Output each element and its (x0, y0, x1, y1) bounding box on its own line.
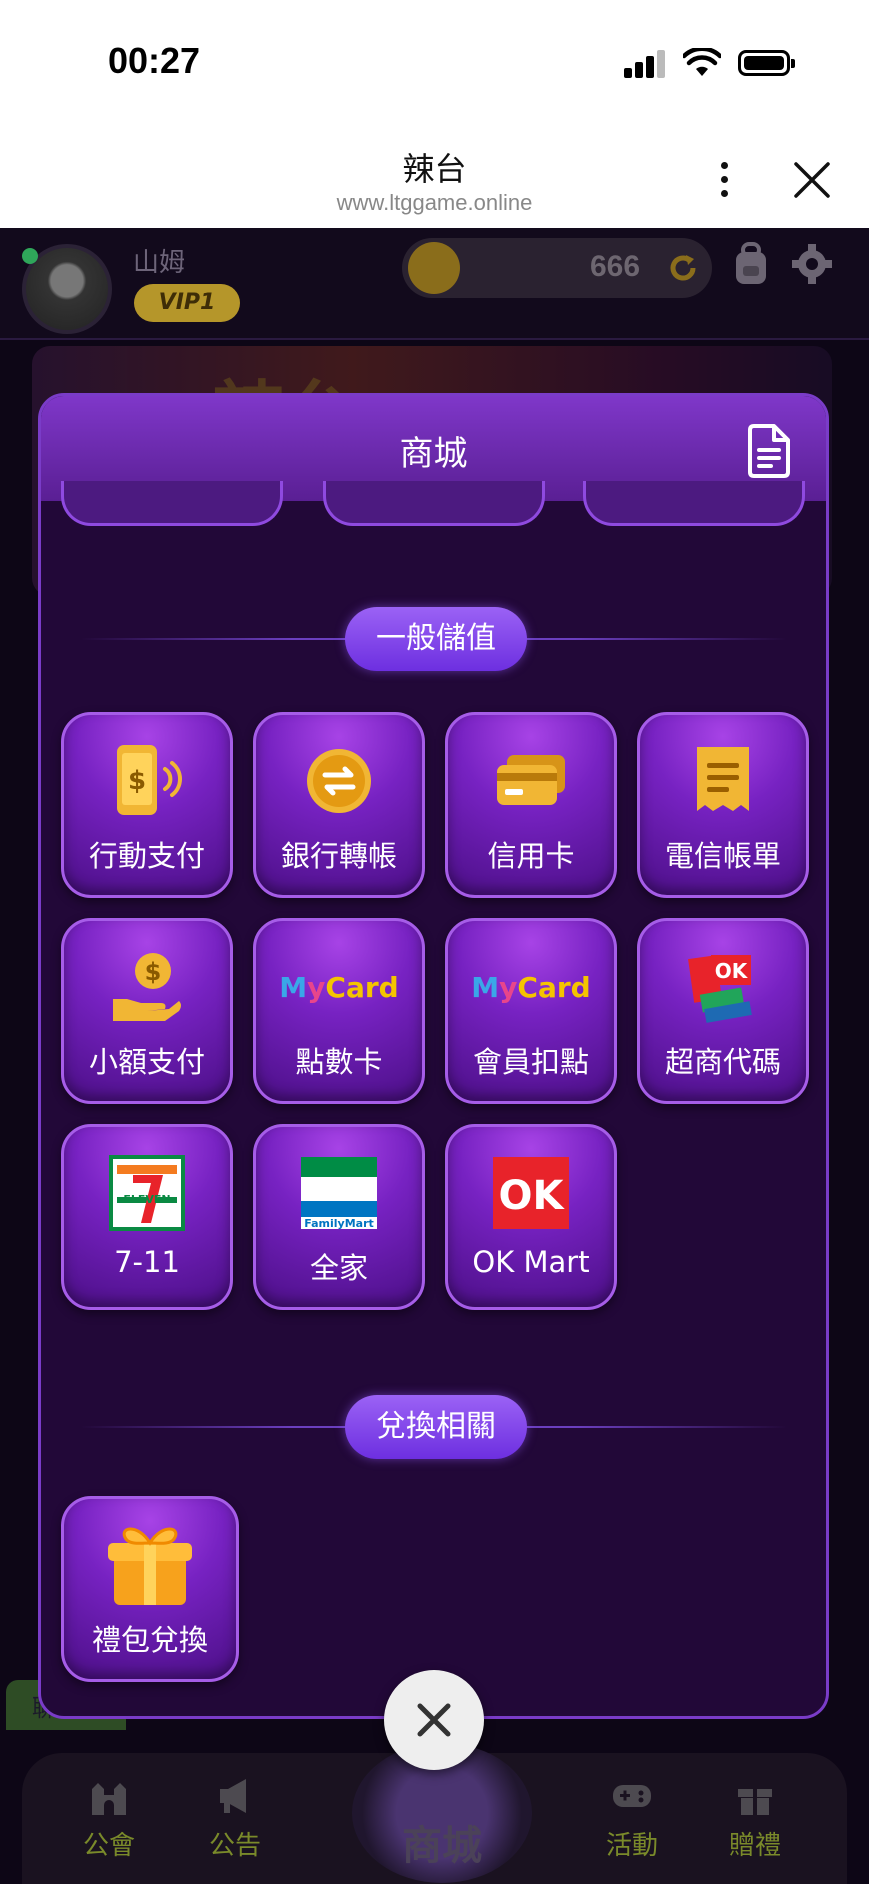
gift-icon (738, 1789, 772, 1815)
close-modal-button[interactable] (384, 1670, 484, 1770)
nav-events-label: 活動 (605, 1831, 658, 1861)
refresh-icon[interactable] (667, 252, 699, 284)
tile-label: OK Mart (472, 1245, 590, 1279)
tile-bank-transfer[interactable]: 銀行轉帳 (253, 712, 425, 898)
document-icon[interactable] (746, 424, 792, 478)
tile-mobile-pay[interactable]: $ 行動支付 (61, 712, 233, 898)
partial-tile[interactable] (61, 481, 283, 526)
familymart-icon: FamilyMart (301, 1157, 377, 1230)
settings-gear-icon[interactable] (790, 242, 834, 286)
tile-label: 銀行轉帳 (280, 839, 397, 873)
modal-title: 商城 (399, 434, 468, 474)
seven-eleven-icon: ELEVEN (109, 1155, 185, 1231)
close-icon (417, 1703, 451, 1737)
bottom-nav: 公會 公告 商城 活動 贈禮 (22, 1743, 847, 1884)
nav-gift[interactable]: 贈禮 (710, 1775, 800, 1862)
browser-bar: 辣台 www.ltggame.online (0, 128, 869, 228)
tile-label: 禮包兌換 (91, 1623, 208, 1657)
tile-gift-redeem[interactable]: 禮包兌換 (61, 1496, 239, 1682)
player-header: 山姆 VIP1 666 (0, 228, 869, 340)
backpack-icon[interactable] (730, 242, 772, 286)
tile-seven-eleven[interactable]: ELEVEN 7-11 (61, 1124, 233, 1310)
svg-text:$: $ (128, 766, 146, 796)
player-name: 山姆 (133, 248, 186, 278)
svg-text:OK: OK (499, 1173, 566, 1219)
partial-tile[interactable] (583, 481, 805, 526)
vip-badge[interactable]: VIP1 (134, 284, 240, 322)
close-browser-icon[interactable] (792, 160, 832, 200)
tile-okmart[interactable]: OK OK Mart (445, 1124, 617, 1310)
credit-card-icon (497, 755, 565, 805)
mycard-member-icon: MyCard (471, 971, 590, 1004)
online-status-icon (22, 248, 38, 264)
bank-transfer-icon (307, 749, 371, 813)
nav-guild[interactable]: 公會 (64, 1775, 154, 1862)
telecom-bill-icon (697, 747, 749, 811)
section-header-exchange: 兌換相關 (345, 1395, 527, 1459)
svg-text:$: $ (145, 958, 162, 986)
nav-events[interactable]: 活動 (587, 1775, 677, 1862)
gift-box-icon (108, 1527, 192, 1605)
tile-store-code[interactable]: OK 超商代碼 (637, 918, 809, 1104)
page-url: www.ltggame.online (336, 190, 533, 215)
page-title: 辣台 (402, 150, 467, 188)
tile-telecom-bill[interactable]: 電信帳單 (637, 712, 809, 898)
tile-familymart[interactable]: FamilyMart 全家 (253, 1124, 425, 1310)
nav-shop-label: 商城 (402, 1823, 482, 1869)
cellular-signal-icon (624, 50, 666, 78)
mobile-pay-icon: $ (117, 745, 182, 815)
tile-label: 超商代碼 (664, 1045, 781, 1079)
shop-modal: 商城 一般儲值 $ 行動支付 銀行轉帳 信用卡 電信帳單 $ 小額支付 MyCa… (38, 393, 829, 1719)
gamepad-icon (613, 1785, 651, 1807)
tile-member-points[interactable]: MyCard 會員扣點 (445, 918, 617, 1104)
section-header-general: 一般儲值 (345, 607, 527, 671)
tile-label: 點數卡 (295, 1045, 383, 1079)
tile-point-card[interactable]: MyCard 點數卡 (253, 918, 425, 1104)
coin-balance: 666 (402, 238, 712, 298)
more-options-icon[interactable] (715, 158, 735, 202)
scrolled-tiles (41, 481, 826, 541)
wifi-icon (683, 48, 721, 76)
store-code-icon: OK (688, 955, 752, 1023)
svg-text:OK: OK (715, 959, 749, 983)
castle-icon (92, 1783, 126, 1815)
nav-gift-label: 贈禮 (728, 1831, 781, 1861)
partial-tile[interactable] (323, 481, 545, 526)
svg-text:MyCard: MyCard (471, 971, 590, 1004)
svg-text:FamilyMart: FamilyMart (304, 1217, 374, 1230)
tile-credit-card[interactable]: 信用卡 (445, 712, 617, 898)
tile-label: 7-11 (114, 1245, 180, 1279)
micropayment-icon: $ (113, 953, 181, 1021)
nav-notice[interactable]: 公告 (190, 1775, 280, 1862)
coin-icon (408, 242, 460, 294)
svg-text:ELEVEN: ELEVEN (123, 1193, 170, 1206)
tile-label: 小額支付 (88, 1045, 205, 1079)
svg-text:MyCard: MyCard (279, 971, 398, 1004)
coin-value: 666 (590, 250, 641, 283)
megaphone-icon (220, 1779, 246, 1813)
tile-label: 會員扣點 (472, 1045, 589, 1079)
battery-icon (738, 50, 795, 76)
tile-label: 信用卡 (487, 839, 575, 873)
nav-notice-label: 公告 (208, 1831, 261, 1861)
nav-guild-label: 公會 (82, 1831, 135, 1861)
mycard-icon: MyCard (279, 971, 398, 1004)
tile-label: 電信帳單 (664, 839, 781, 873)
clock: 00:27 (108, 40, 201, 81)
tile-label: 行動支付 (88, 839, 205, 873)
status-bar: 00:27 (0, 0, 869, 128)
tile-label: 全家 (309, 1251, 368, 1285)
okmart-icon: OK (493, 1157, 569, 1229)
tile-micropayment[interactable]: $ 小額支付 (61, 918, 233, 1104)
